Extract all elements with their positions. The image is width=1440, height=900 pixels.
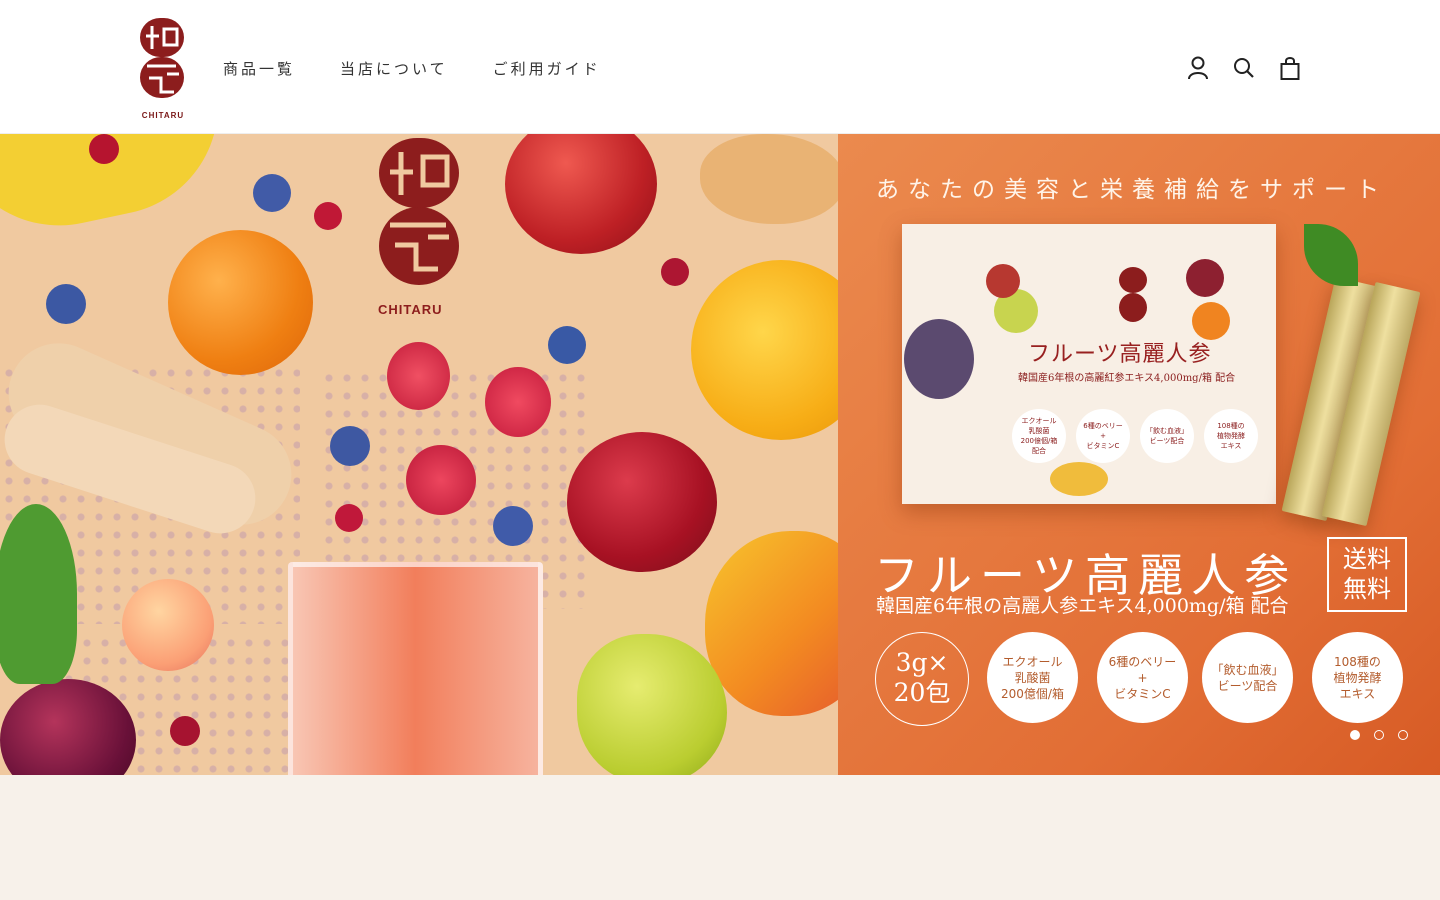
brand-name: CHITARU <box>141 111 185 120</box>
nav-user-guide[interactable]: ご利用ガイド <box>493 58 601 79</box>
pomegranate-image <box>567 432 717 572</box>
cranberry-image <box>89 134 119 164</box>
mango-image <box>1050 462 1108 496</box>
product-package-image: フルーツ高麗人参 韓国産6年根の高麗紅参エキス4,000mg/箱 配合 エクオー… <box>902 224 1276 504</box>
header-actions <box>1186 54 1302 82</box>
beet-image <box>1186 259 1224 297</box>
raspberry-image <box>485 367 551 437</box>
feature-berry-badge: 6種のベリー + ビタミンC <box>1097 632 1188 723</box>
blueberry-image <box>253 174 291 212</box>
feature-beet-badge: 「飲む血液」 ビーツ配合 <box>1202 632 1293 723</box>
free-shipping-badge: 送料 無料 <box>1327 537 1407 612</box>
blueberry-image <box>548 326 586 364</box>
box-feature-berry: 6種のベリー + ビタミンC <box>1076 409 1130 463</box>
carousel-dot-3[interactable] <box>1398 730 1408 740</box>
hero-tagline: あなたの美容と栄養補給をサポート <box>876 177 1388 203</box>
cranberry-image <box>661 258 689 286</box>
brand-logo[interactable]: CHITARU <box>138 16 188 120</box>
product-logo-icon <box>1119 267 1147 322</box>
box-product-title: フルーツ高麗人参 <box>1028 342 1212 367</box>
page-content-background <box>0 775 1440 900</box>
pear-image <box>577 634 727 775</box>
nav-product-list[interactable]: 商品一覧 <box>223 58 295 79</box>
box-product-subtitle: 韓国産6年根の高麗紅参エキス4,000mg/箱 配合 <box>1018 373 1236 384</box>
leafy-greens-image <box>0 504 77 684</box>
apple-image <box>505 134 657 254</box>
orange-image <box>1192 302 1230 340</box>
banana-image <box>0 134 239 246</box>
box-feature-beet: 「飲む血液」 ビーツ配合 <box>1140 409 1194 463</box>
hero-logo <box>378 137 460 287</box>
account-icon[interactable] <box>1186 54 1210 82</box>
shopping-bag-icon[interactable] <box>1278 54 1302 82</box>
pineapple-leaves-image <box>1304 224 1358 286</box>
blueberry-image <box>330 426 370 466</box>
pack-size-badge: 3g× 20包 <box>875 632 969 726</box>
site-header: CHITARU 商品一覧 当店について ご利用ガイド <box>0 0 1440 134</box>
chitaru-logo-icon <box>379 138 459 285</box>
cranberry-image <box>335 504 363 532</box>
feature-fermented-badge: 108種の 植物発酵 エキス <box>1312 632 1403 723</box>
hero-product-panel: あなたの美容と栄養補給をサポート フルーツ高麗人参 韓国産6年根の高麗紅参エキス… <box>838 134 1440 775</box>
hero-carousel[interactable]: CHITARU あなたの美容と栄養補給をサポート フルーツ高麗人参 韓国産6年根… <box>0 134 1440 775</box>
cranberry-image <box>314 202 342 230</box>
juice-glass-image <box>288 562 543 775</box>
cranberry-image <box>170 716 200 746</box>
carousel-dot-1[interactable] <box>1350 730 1360 740</box>
hero-sub-title: 韓国産6年根の高麗人参エキス4,000mg/箱 配合 <box>876 595 1289 617</box>
feature-equol-badge: エクオール 乳酸菌 200億個/箱 <box>987 632 1078 723</box>
peach-image <box>122 579 214 671</box>
pomegranate-image <box>986 264 1020 298</box>
ginger-image <box>700 134 845 224</box>
carousel-dot-2[interactable] <box>1374 730 1384 740</box>
hero-fruit-image: CHITARU <box>0 134 875 775</box>
grape-image <box>904 319 974 399</box>
nav-about-store[interactable]: 当店について <box>340 58 448 79</box>
hero-logo-text: CHITARU <box>378 302 443 317</box>
blueberry-image <box>493 506 533 546</box>
main-navigation: 商品一覧 当店について ご利用ガイド <box>223 58 601 79</box>
chitaru-logo-icon <box>140 18 184 98</box>
orange-image <box>168 230 313 375</box>
search-icon[interactable] <box>1232 54 1256 82</box>
raspberry-image <box>406 445 476 515</box>
blueberry-image <box>46 284 86 324</box>
carousel-pagination <box>1350 730 1408 740</box>
box-feature-equol: エクオール 乳酸菌 200億個/箱 配合 <box>1012 409 1066 463</box>
raspberry-image <box>387 342 450 410</box>
box-feature-fermented: 108種の 植物発酵 エキス <box>1204 409 1258 463</box>
